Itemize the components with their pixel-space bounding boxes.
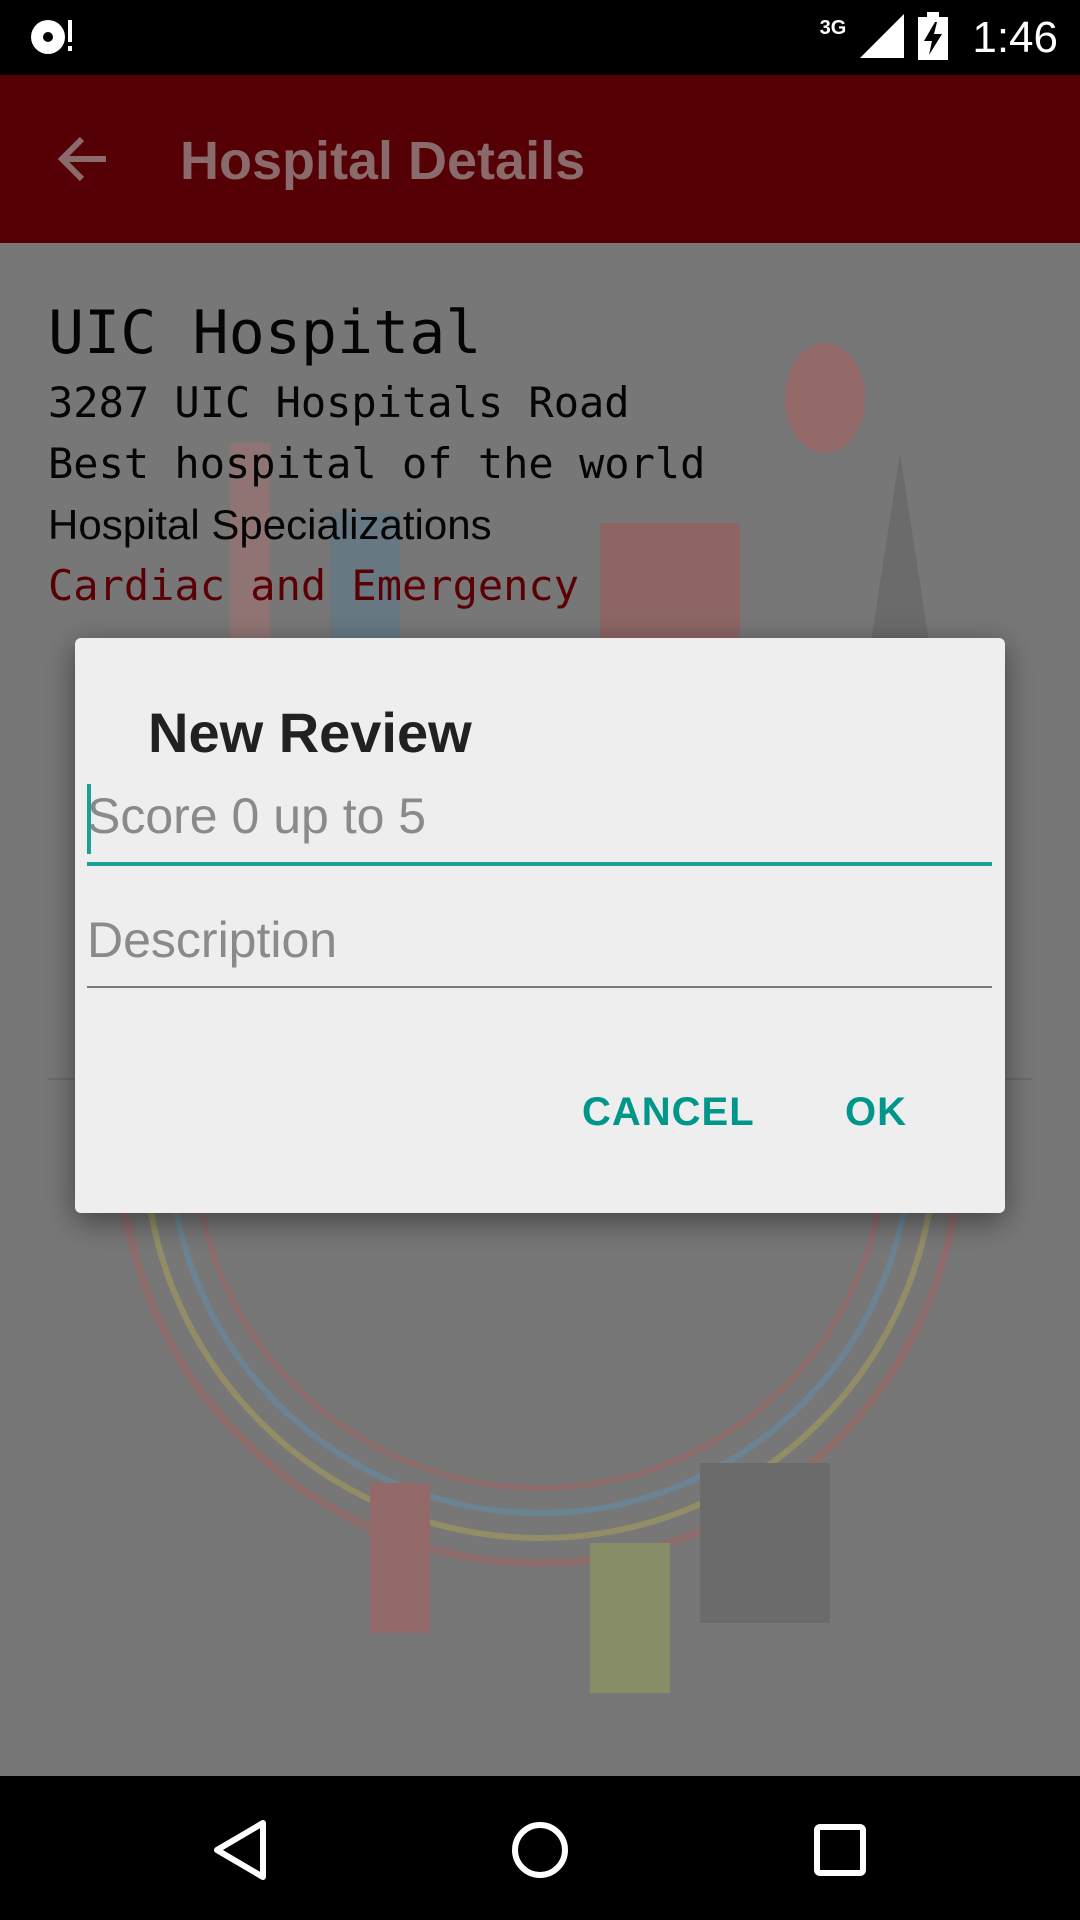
dialog-title: New Review xyxy=(148,701,472,764)
triangle-back-icon xyxy=(214,1820,266,1880)
nav-back-button[interactable] xyxy=(203,1812,279,1888)
hospital-name: UIC Hospital xyxy=(48,298,482,368)
status-bar: 3G 1:46 xyxy=(0,0,1080,75)
nav-home-button[interactable] xyxy=(502,1812,578,1888)
description-underline xyxy=(87,986,992,988)
specializations-value: Cardiac and Emergency xyxy=(48,561,580,610)
description-field xyxy=(87,900,992,990)
text-cursor xyxy=(87,784,91,854)
back-button[interactable] xyxy=(50,125,118,193)
cancel-button[interactable]: CANCEL xyxy=(582,1090,755,1135)
hospital-description: Best hospital of the world xyxy=(48,439,706,488)
new-review-dialog: New Review CANCEL OK xyxy=(75,638,1005,1213)
battery-charging-icon xyxy=(918,11,949,65)
signal-icon xyxy=(860,13,905,63)
network-type-label: 3G xyxy=(819,16,847,39)
score-underline xyxy=(87,862,992,866)
circle-home-icon xyxy=(512,1822,568,1878)
navigation-bar xyxy=(0,1776,1080,1920)
app-toolbar: Hospital Details xyxy=(0,75,1080,243)
sync-notification-icon xyxy=(28,16,76,58)
specializations-label: Hospital Specializations xyxy=(48,501,492,548)
arrow-back-icon xyxy=(57,136,106,182)
clock: 1:46 xyxy=(972,13,1058,62)
ok-button[interactable]: OK xyxy=(845,1090,907,1135)
status-indicators: 3G 1:46 xyxy=(820,10,1058,66)
square-recents-icon xyxy=(814,1824,866,1876)
nav-recents-button[interactable] xyxy=(802,1812,878,1888)
description-input[interactable] xyxy=(87,900,992,980)
score-field xyxy=(87,776,992,866)
score-input[interactable] xyxy=(87,776,992,856)
hospital-address: 3287 UIC Hospitals Road xyxy=(48,378,630,427)
page-title: Hospital Details xyxy=(180,131,586,191)
